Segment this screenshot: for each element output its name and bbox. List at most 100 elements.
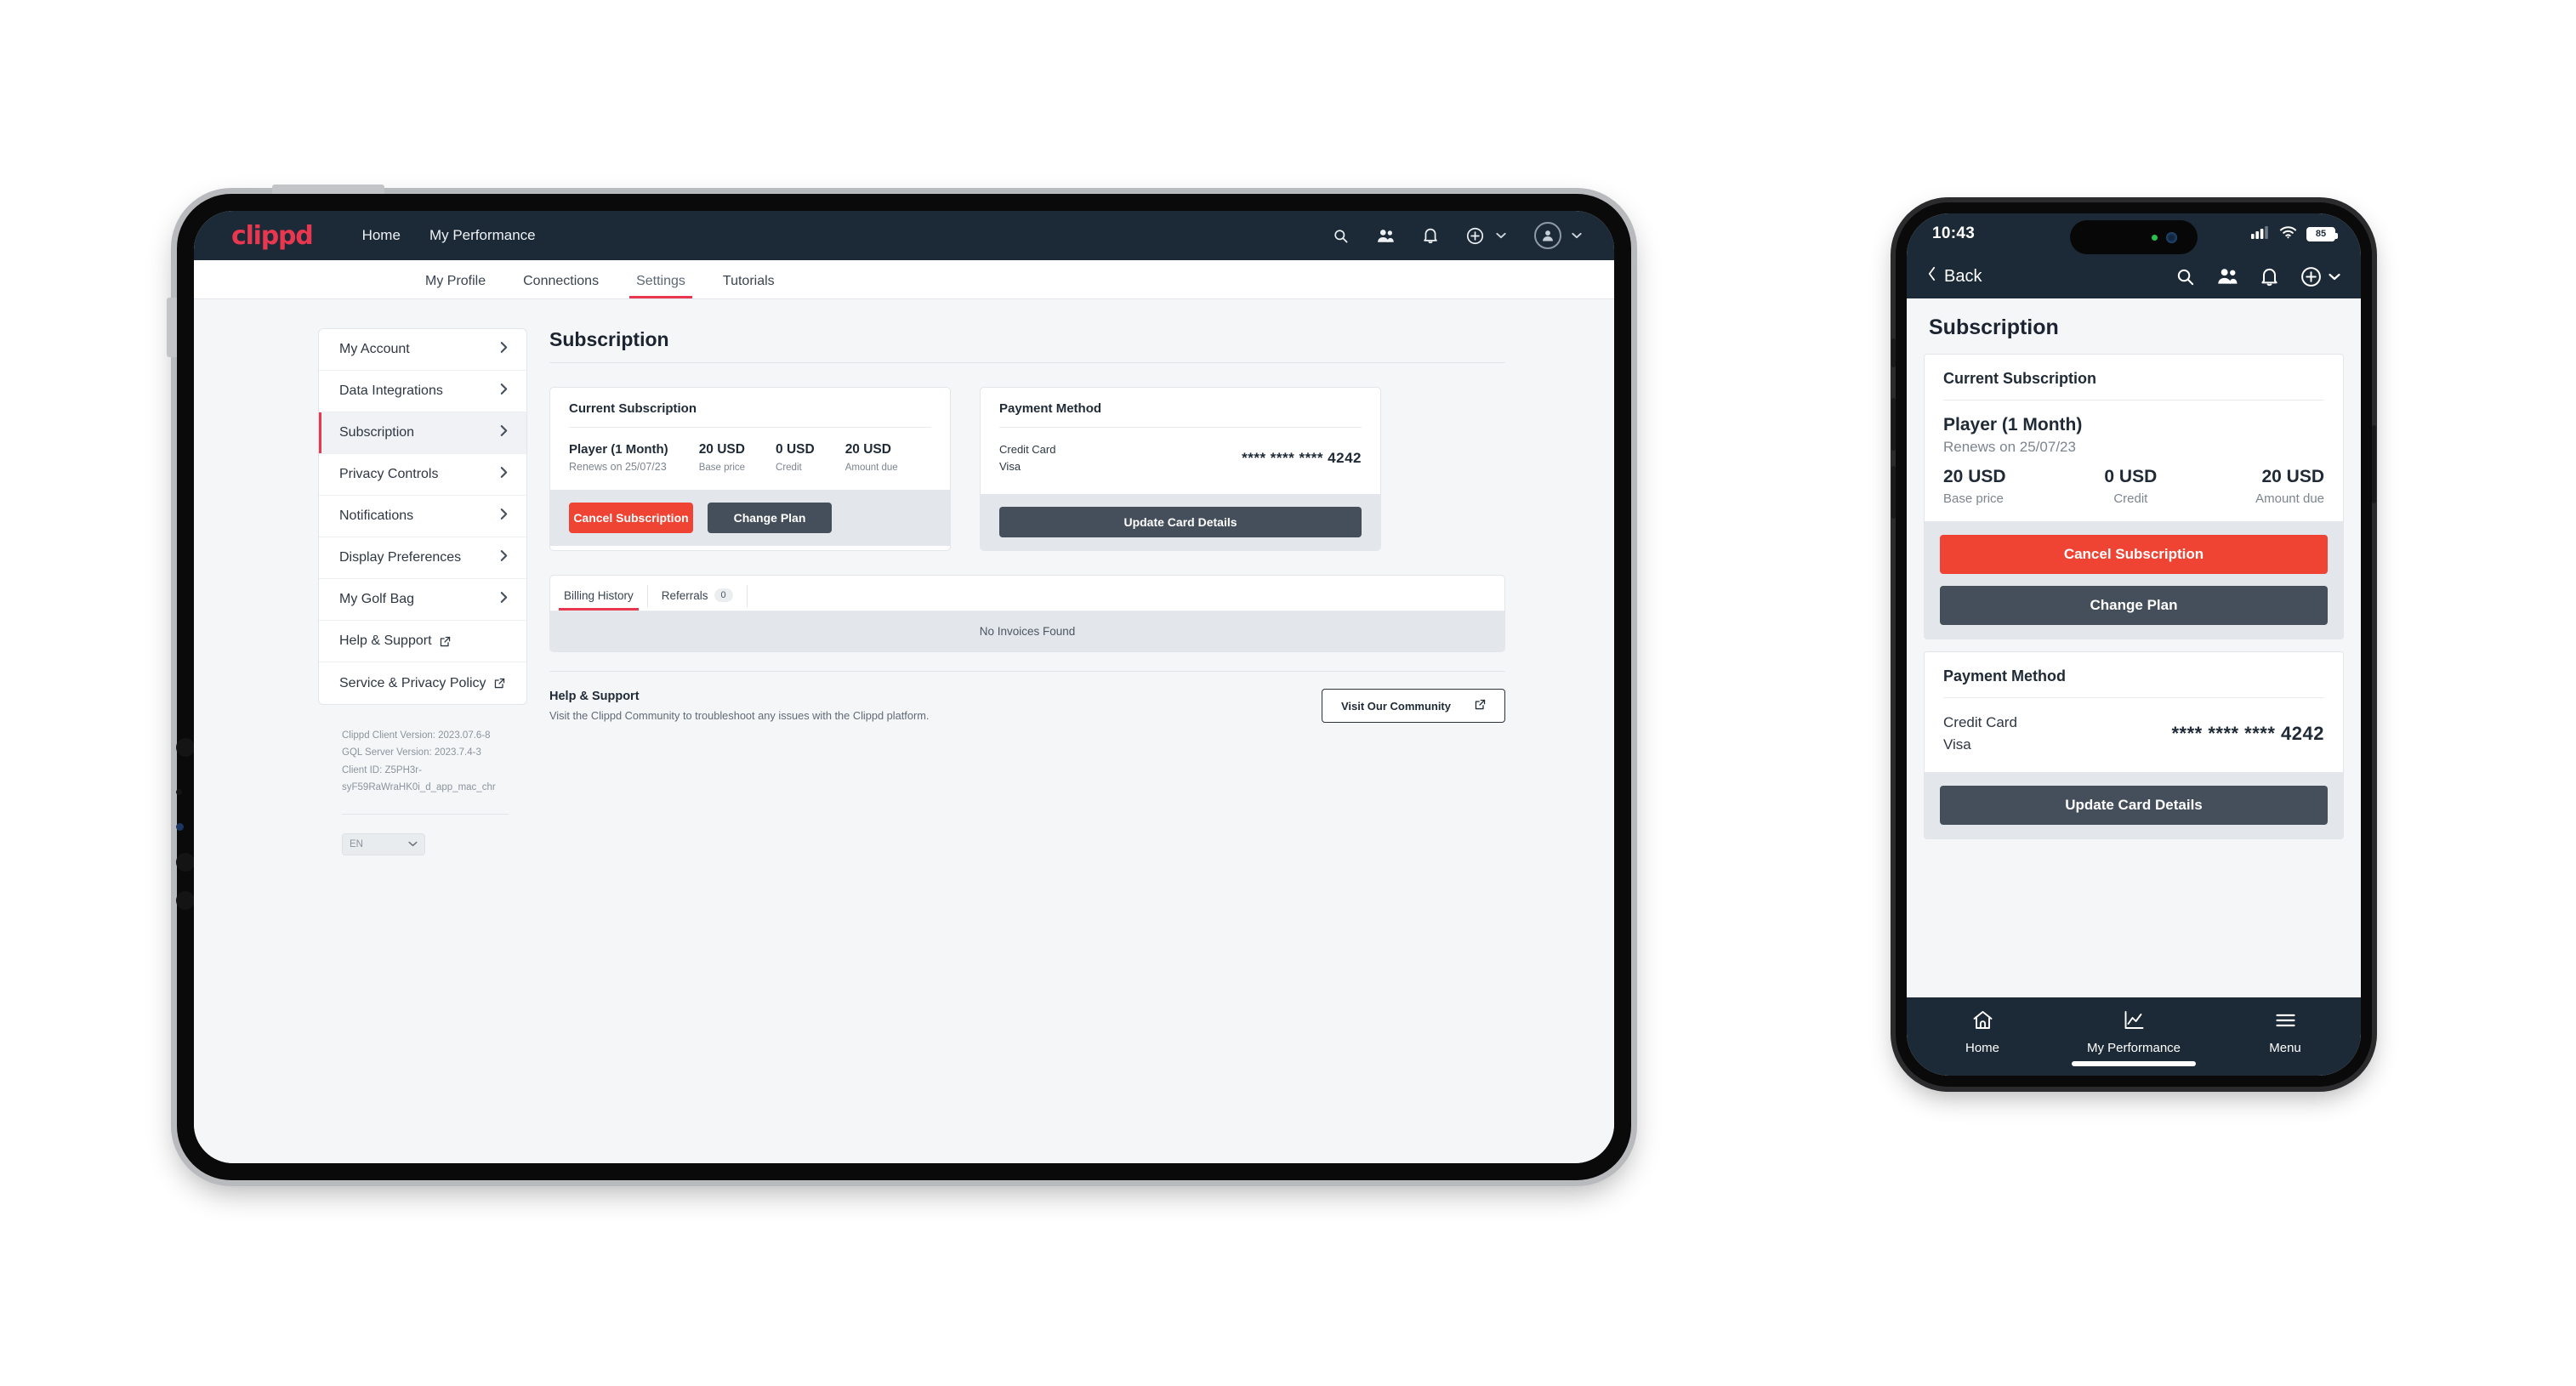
change-plan-button[interactable]: Change Plan bbox=[1940, 586, 2328, 625]
phone-bottom-nav: Home My Performance Menu bbox=[1907, 997, 2361, 1076]
stat-label: Amount due bbox=[844, 463, 898, 473]
sidebar-item-subscription[interactable]: Subscription bbox=[319, 412, 526, 454]
recording-indicator-icon bbox=[2152, 234, 2158, 241]
sidebar-item-label: Notifications bbox=[339, 508, 414, 523]
sidebar-item-data-integrations[interactable]: Data Integrations bbox=[319, 371, 526, 412]
stat-base-price: 20 USD Base price bbox=[1943, 467, 2006, 506]
payment-actions: Update Card Details bbox=[1925, 772, 2343, 838]
tab-referrals[interactable]: Referrals 0 bbox=[648, 588, 747, 611]
cellular-signal-icon bbox=[2251, 225, 2270, 243]
nav-link-my-performance[interactable]: My Performance bbox=[429, 227, 536, 244]
stat-amount-due: 20 USD Amount due bbox=[845, 442, 898, 473]
bottom-nav-my-performance[interactable]: My Performance bbox=[2058, 1009, 2209, 1055]
add-circle-icon[interactable] bbox=[1466, 227, 1506, 245]
tablet-port-dot-5 bbox=[176, 891, 195, 910]
people-icon[interactable] bbox=[1377, 228, 1395, 244]
card-type-block: Credit Card Visa bbox=[999, 441, 1055, 475]
bottom-nav-menu[interactable]: Menu bbox=[2209, 1009, 2361, 1055]
plan-block: Player (1 Month) Renews on 25/07/23 bbox=[569, 442, 668, 473]
sidebar-item-label: Help & Support bbox=[339, 633, 432, 648]
sidebar-item-help-support[interactable]: Help & Support bbox=[319, 621, 526, 662]
language-select[interactable]: EN bbox=[342, 832, 425, 855]
bottom-nav-home[interactable]: Home bbox=[1907, 1009, 2058, 1055]
sidebar-item-privacy-controls[interactable]: Privacy Controls bbox=[319, 454, 526, 496]
wifi-icon bbox=[2279, 225, 2297, 243]
cancel-subscription-button[interactable]: Cancel Subscription bbox=[569, 503, 693, 533]
current-subscription-card: Current Subscription Player (1 Month) Re… bbox=[1924, 354, 2344, 639]
card-heading: Current Subscription bbox=[1943, 370, 2097, 387]
add-circle-icon[interactable] bbox=[2300, 266, 2340, 287]
subscription-cards: Current Subscription Player (1 Month) Re… bbox=[549, 387, 1505, 552]
update-card-details-button[interactable]: Update Card Details bbox=[1940, 786, 2328, 825]
stat-label: Base price bbox=[698, 463, 746, 473]
chevron-right-icon bbox=[500, 466, 508, 483]
bottom-nav-label: Home bbox=[1965, 1041, 1999, 1055]
card-number-masked: **** **** **** 4242 bbox=[2171, 722, 2324, 744]
billing-history-panel: Billing History Referrals 0 No Invoices … bbox=[549, 575, 1505, 653]
chevron-right-icon bbox=[500, 549, 508, 566]
tablet-settings-tabs: My Profile Connections Settings Tutorial… bbox=[194, 260, 1614, 299]
stat-label: Credit bbox=[2113, 491, 2148, 506]
bell-icon[interactable] bbox=[1423, 227, 1438, 244]
account-menu[interactable] bbox=[1534, 222, 1582, 249]
sidebar-item-label: Subscription bbox=[339, 425, 415, 440]
sidebar-item-label: Service & Privacy Policy bbox=[339, 675, 486, 690]
chevron-right-icon bbox=[500, 508, 508, 525]
sidebar-item-my-golf-bag[interactable]: My Golf Bag bbox=[319, 579, 526, 621]
tablet-port-dot-4 bbox=[176, 853, 195, 872]
help-support-section: Help & Support Visit the Clippd Communit… bbox=[549, 671, 1505, 724]
back-button[interactable]: Back bbox=[1927, 266, 1982, 287]
page-title: Subscription bbox=[1929, 315, 2059, 339]
back-label: Back bbox=[1944, 266, 1982, 286]
chart-icon bbox=[2123, 1009, 2146, 1035]
dynamic-island bbox=[2070, 220, 2198, 254]
client-version: Clippd Client Version: 2023.07.6-8 bbox=[342, 730, 491, 741]
search-icon[interactable] bbox=[2175, 267, 2195, 287]
page-title: Subscription bbox=[549, 328, 669, 350]
help-text-block: Help & Support Visit the Clippd Communit… bbox=[549, 690, 929, 722]
chevron-right-icon bbox=[500, 383, 508, 400]
plan-name: Player (1 Month) bbox=[1943, 415, 2083, 435]
tablet-screen: clippd Home My Performance My Profile Co… bbox=[194, 211, 1614, 1163]
change-plan-button[interactable]: Change Plan bbox=[708, 503, 832, 533]
tablet-app-bar-actions bbox=[1333, 222, 1582, 249]
home-indicator bbox=[2072, 1061, 2196, 1066]
stat-value: 20 USD bbox=[844, 442, 891, 457]
sidebar-item-notifications[interactable]: Notifications bbox=[319, 496, 526, 537]
tab-connections[interactable]: Connections bbox=[504, 274, 617, 298]
tab-billing-history[interactable]: Billing History bbox=[550, 589, 647, 611]
settings-menu: My Account Data Integrations Subscriptio… bbox=[318, 328, 527, 705]
payment-actions: Update Card Details bbox=[981, 494, 1380, 551]
sidebar-item-my-account[interactable]: My Account bbox=[319, 329, 526, 371]
visit-community-button[interactable]: Visit Our Community bbox=[1321, 689, 1505, 724]
phone-volume-up-button bbox=[1891, 398, 1896, 451]
tab-my-profile[interactable]: My Profile bbox=[407, 274, 504, 298]
tablet-app-bar: clippd Home My Performance bbox=[194, 211, 1614, 260]
front-camera-icon bbox=[2166, 231, 2177, 243]
tab-settings[interactable]: Settings bbox=[617, 274, 704, 298]
update-card-details-button[interactable]: Update Card Details bbox=[999, 507, 1362, 538]
card-brand: Visa bbox=[1943, 736, 1971, 753]
card-heading: Current Subscription bbox=[569, 401, 697, 416]
tab-tutorials[interactable]: Tutorials bbox=[704, 274, 793, 298]
people-icon[interactable] bbox=[2217, 267, 2238, 286]
status-indicators: 85 bbox=[2251, 225, 2338, 243]
cancel-subscription-button[interactable]: Cancel Subscription bbox=[1940, 535, 2328, 574]
stat-label: Amount due bbox=[2255, 491, 2324, 506]
sidebar-item-service-privacy-policy[interactable]: Service & Privacy Policy bbox=[319, 662, 526, 704]
stat-credit: 0 USD Credit bbox=[2104, 467, 2157, 506]
battery-percent: 85 bbox=[2315, 229, 2327, 239]
nav-link-home[interactable]: Home bbox=[362, 227, 401, 244]
card-type-block: Credit Card Visa bbox=[1943, 712, 2017, 755]
tablet-port-dot-3 bbox=[176, 823, 184, 831]
payment-method-card: Payment Method Credit Card Visa **** ***… bbox=[980, 387, 1381, 552]
language-value: EN bbox=[350, 838, 363, 849]
search-icon[interactable] bbox=[1333, 228, 1349, 244]
clippd-logo[interactable]: clippd bbox=[231, 221, 314, 251]
phone-app-bar: Back bbox=[1907, 254, 2361, 298]
sidebar-item-display-preferences[interactable]: Display Preferences bbox=[319, 537, 526, 579]
bell-icon[interactable] bbox=[2260, 267, 2278, 287]
stat-value: 20 USD bbox=[2261, 467, 2324, 486]
divider bbox=[342, 813, 509, 815]
tablet-primary-nav: Home My Performance bbox=[362, 227, 536, 244]
